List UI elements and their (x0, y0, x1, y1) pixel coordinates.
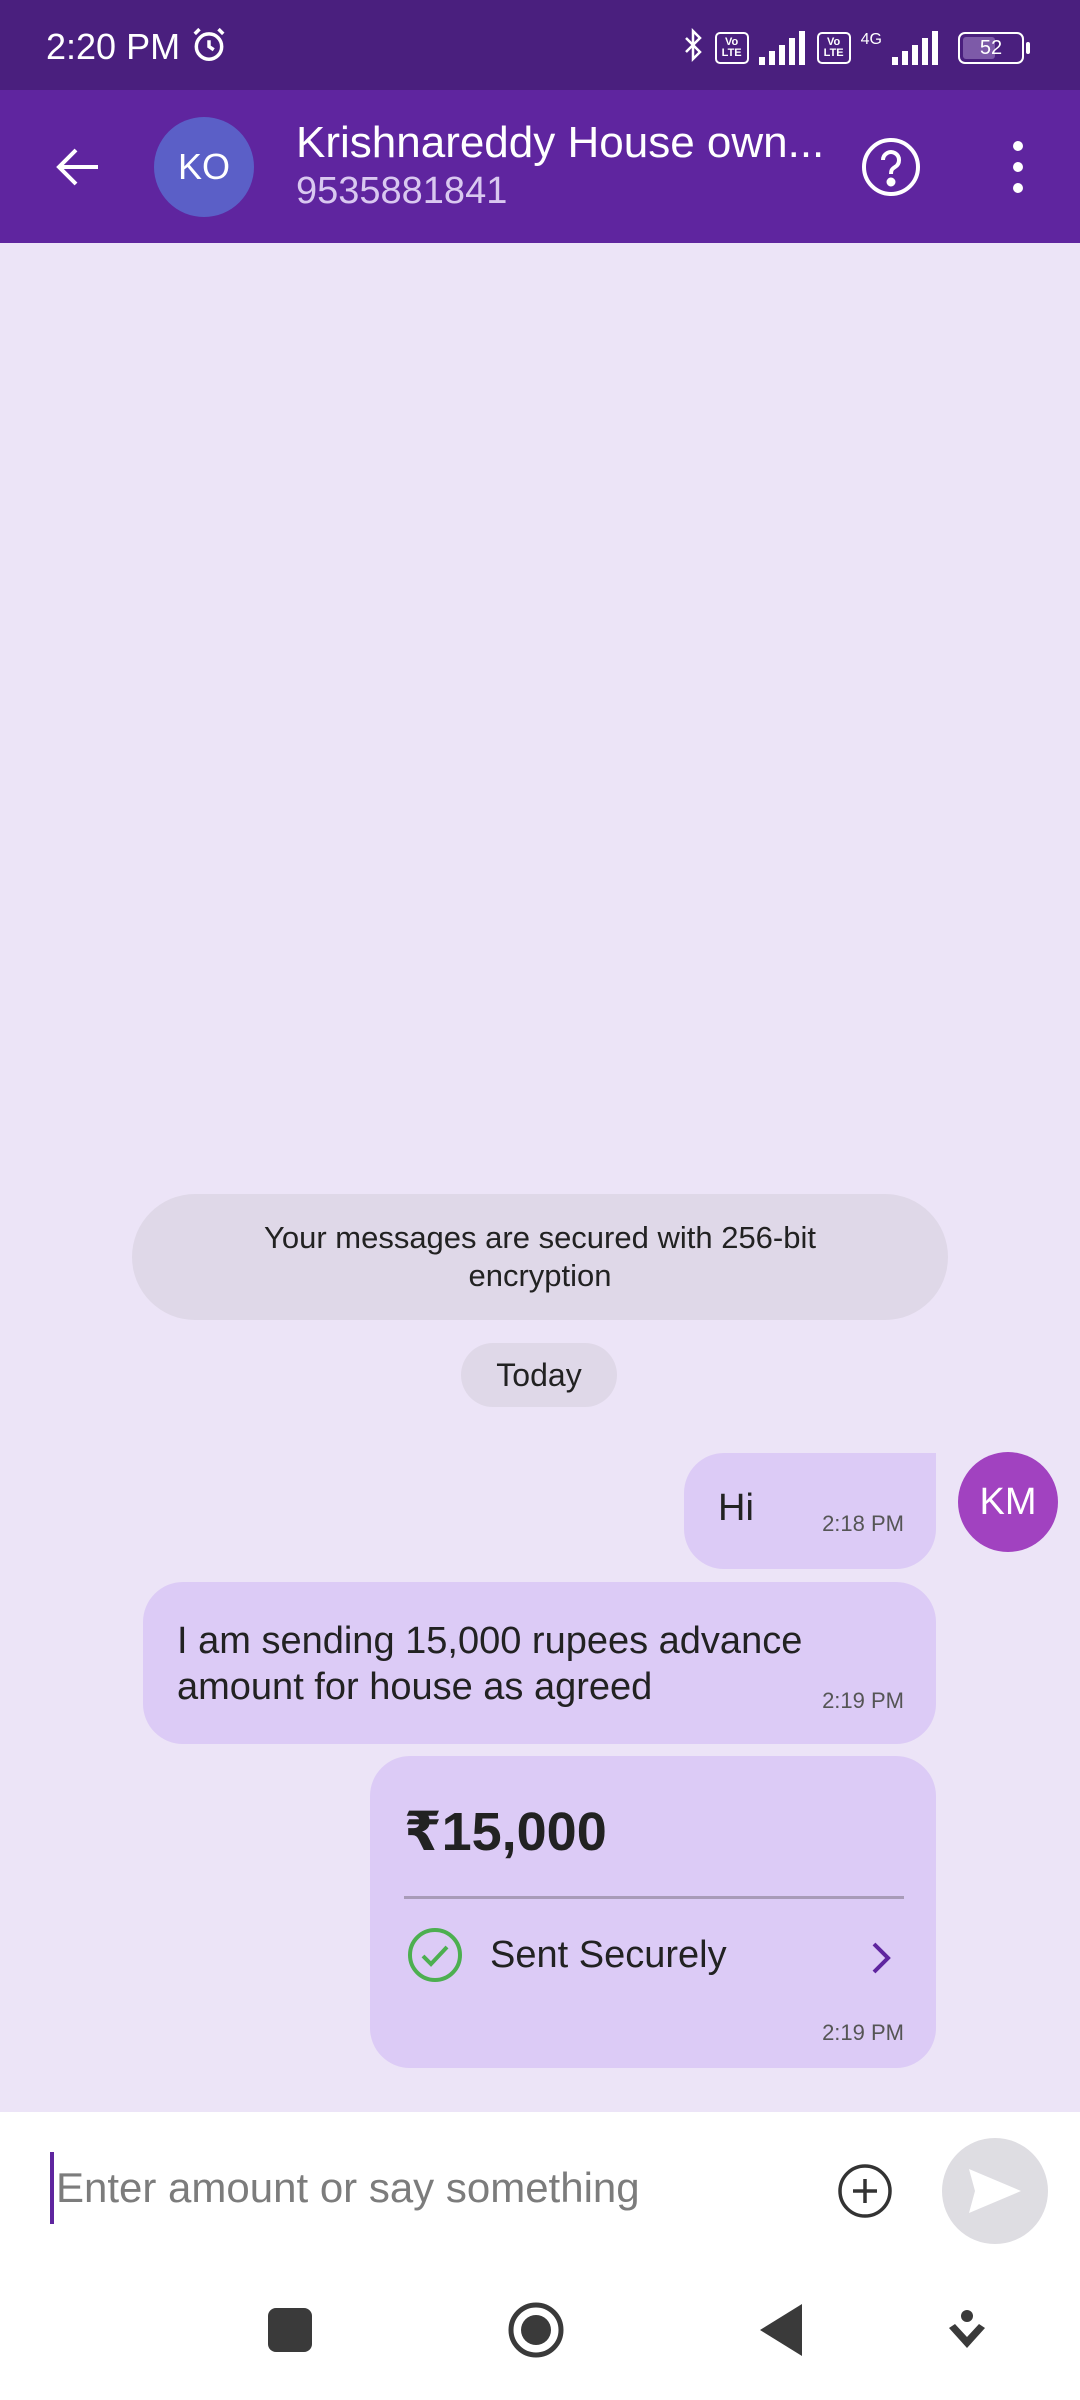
more-vertical-icon[interactable] (1000, 136, 1036, 198)
message-time: 2:19 PM (822, 1688, 904, 1713)
system-back-button[interactable] (758, 2302, 804, 2358)
date-chip: Today (461, 1343, 617, 1407)
hide-keyboard-icon[interactable] (945, 2302, 989, 2358)
send-button[interactable] (942, 2138, 1048, 2244)
check-circle-icon (408, 1928, 462, 1982)
help-icon[interactable] (860, 136, 922, 198)
bluetooth-icon (684, 28, 702, 63)
encryption-notice: Your messages are secured with 256-bit e… (132, 1194, 948, 1320)
composer-bar (0, 2112, 1080, 2282)
add-circle-icon[interactable] (836, 2162, 894, 2220)
message-bubble[interactable]: I am sending 15,000 rupees advance amoun… (143, 1582, 936, 1744)
status-time: 2:20 PM (46, 26, 181, 67)
battery-icon: 52 (958, 32, 1030, 64)
payment-divider (404, 1896, 904, 1899)
chevron-right-icon[interactable] (866, 1938, 894, 1978)
back-arrow-icon[interactable] (48, 137, 108, 197)
payment-card[interactable]: ₹15,000 Sent Securely 2:19 PM (370, 1756, 936, 2068)
message-bubble[interactable]: Hi 2:18 PM (684, 1453, 936, 1569)
message-time: 2:18 PM (822, 1511, 904, 1536)
network-type: 4G (860, 31, 882, 48)
signal-icon-2 (892, 31, 938, 65)
send-icon (969, 2169, 1021, 2213)
message-text: Hi (718, 1487, 754, 1529)
system-nav-bar (0, 2282, 1080, 2400)
message-input[interactable] (50, 2152, 778, 2224)
encryption-notice-text: Your messages are secured with 256-bit e… (264, 1220, 816, 1293)
payment-amount: ₹15,000 (404, 1802, 607, 1862)
volte-icon: Vo LTE (714, 32, 749, 64)
contact-name[interactable]: Krishnareddy House own... (296, 118, 824, 168)
status-icons: Vo LTE Vo LTE 4G 52 (681, 28, 1030, 68)
payment-time: 2:19 PM (822, 2020, 904, 2045)
app-header: KO Krishnareddy House own... 9535881841 (0, 90, 1080, 243)
contact-avatar[interactable]: KO (154, 117, 254, 217)
home-button[interactable] (506, 2300, 566, 2360)
sender-avatar: KM (958, 1452, 1058, 1552)
status-bar: 2:20 PM Vo LTE Vo LTE 4G 52 (0, 0, 1080, 90)
signal-icon (758, 31, 805, 65)
message-text: I am sending 15,000 rupees advance amoun… (177, 1620, 803, 1708)
recents-button[interactable] (268, 2308, 312, 2352)
volte-icon-2: Vo LTE (816, 32, 851, 64)
alarm-icon (193, 27, 225, 61)
contact-phone: 9535881841 (296, 170, 508, 212)
payment-status: Sent Securely (490, 1934, 727, 1976)
